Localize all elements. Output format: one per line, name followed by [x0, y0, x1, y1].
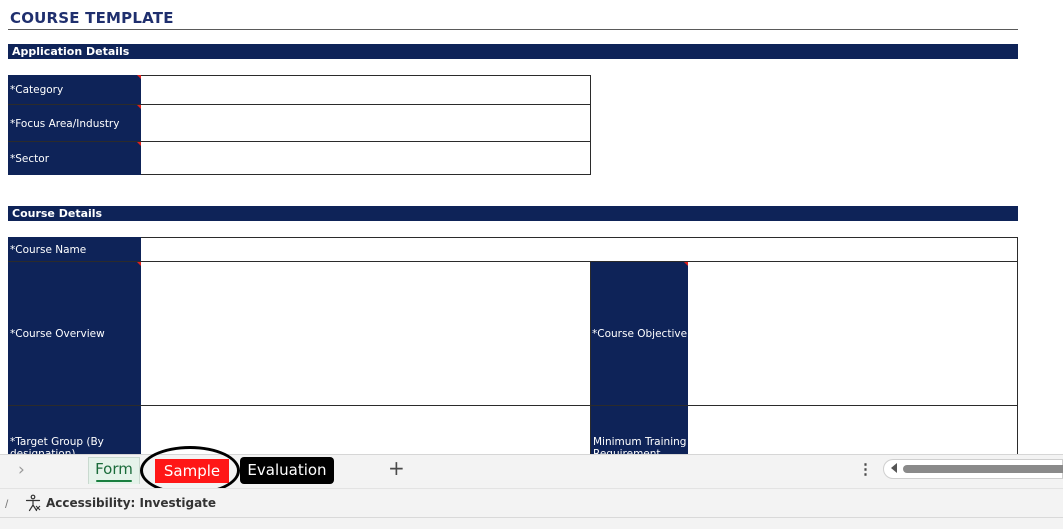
minimum-training-input[interactable] [688, 406, 1018, 454]
category-input[interactable] [141, 75, 591, 105]
column-divider [1017, 237, 1018, 454]
status-divider [0, 517, 1063, 518]
sheet-title: COURSE TEMPLATE [10, 9, 174, 27]
title-divider [8, 29, 1018, 30]
focus-area-input[interactable] [141, 105, 591, 142]
course-name-input[interactable] [141, 237, 1018, 262]
target-group-label: *Target Group (By designation) [8, 406, 141, 454]
course-details-header: Course Details [8, 206, 1018, 221]
accessibility-icon[interactable] [24, 494, 42, 512]
active-tab-indicator [96, 480, 132, 482]
focus-area-label: *Focus Area/Industry [8, 105, 141, 142]
sector-input[interactable] [141, 142, 591, 175]
sector-label: *Sector [8, 142, 141, 175]
course-overview-label: *Course Overview [8, 262, 141, 405]
course-name-label: *Course Name [8, 237, 141, 262]
status-separator: / [5, 497, 9, 511]
column-divider [590, 262, 591, 454]
add-sheet-button[interactable]: + [388, 456, 406, 480]
course-objective-label: *Course Objective [591, 262, 688, 405]
category-label: *Category [8, 75, 141, 105]
application-details-header: Application Details [8, 44, 1018, 59]
scrollbar-thumb[interactable] [903, 465, 1063, 473]
scroll-left-icon[interactable] [891, 463, 897, 473]
course-overview-input[interactable] [141, 262, 591, 405]
course-objective-input[interactable] [688, 262, 1018, 405]
accessibility-status[interactable]: Accessibility: Investigate [46, 496, 216, 510]
more-options-icon[interactable]: ⋮ [858, 460, 873, 480]
chevron-right-icon[interactable]: › [18, 460, 36, 480]
tab-evaluation[interactable]: Evaluation [240, 457, 334, 484]
minimum-training-label: Minimum Training Requirement [591, 406, 688, 454]
